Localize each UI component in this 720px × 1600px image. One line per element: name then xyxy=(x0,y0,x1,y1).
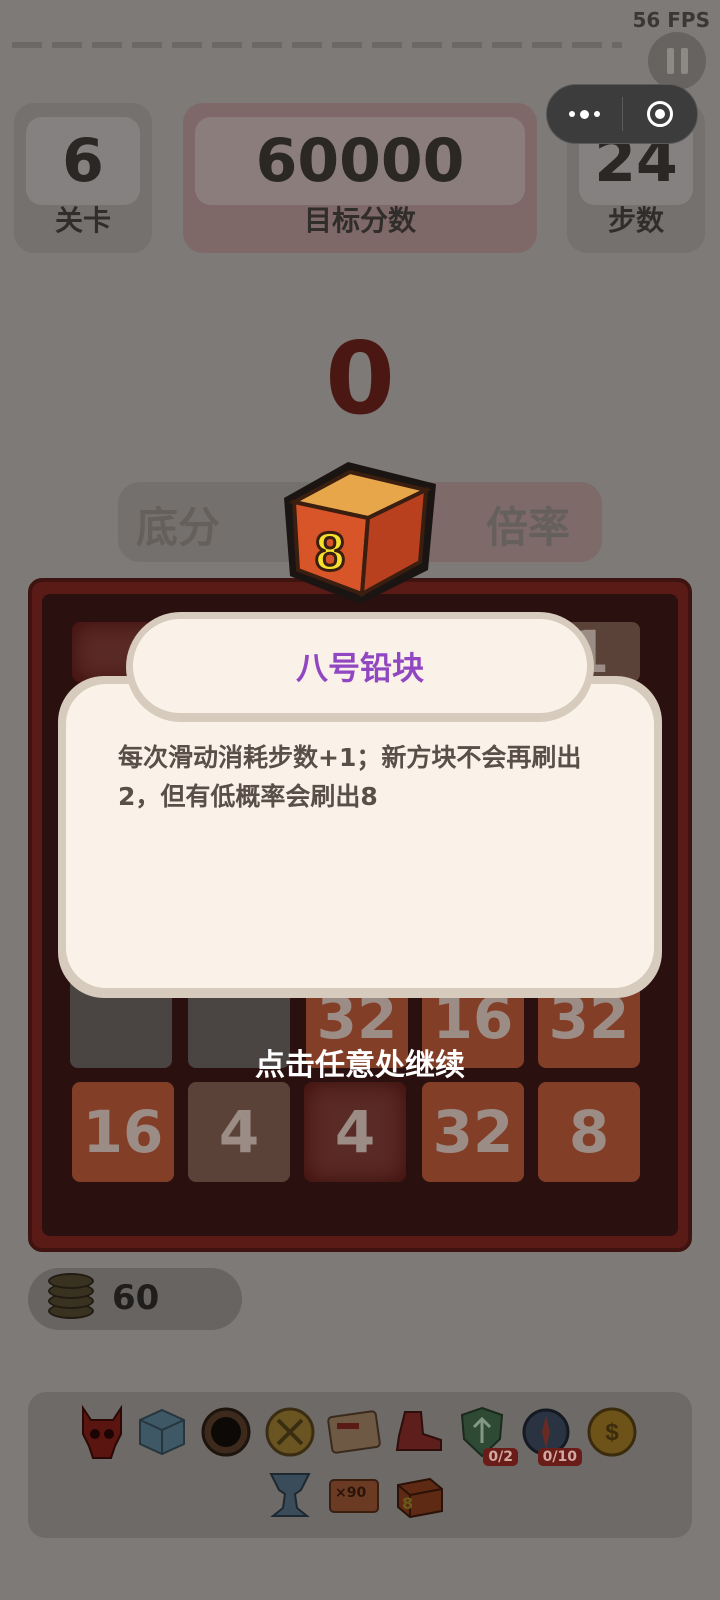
lead-block-icon: 8 xyxy=(278,458,442,608)
relic-title-plate: 八号铅块 xyxy=(126,612,594,722)
relic-description: 每次滑动消耗步数+1；新方块不会再刷出2，但有低概率会刷出8 xyxy=(118,743,582,811)
relic-info-card xyxy=(58,676,662,998)
tap-to-continue-hint: 点击任意处继续 xyxy=(255,1048,465,1083)
relic-title: 八号铅块 xyxy=(133,619,587,713)
lead-block-number: 8 xyxy=(315,522,345,582)
relic-info-card-body xyxy=(66,684,654,988)
